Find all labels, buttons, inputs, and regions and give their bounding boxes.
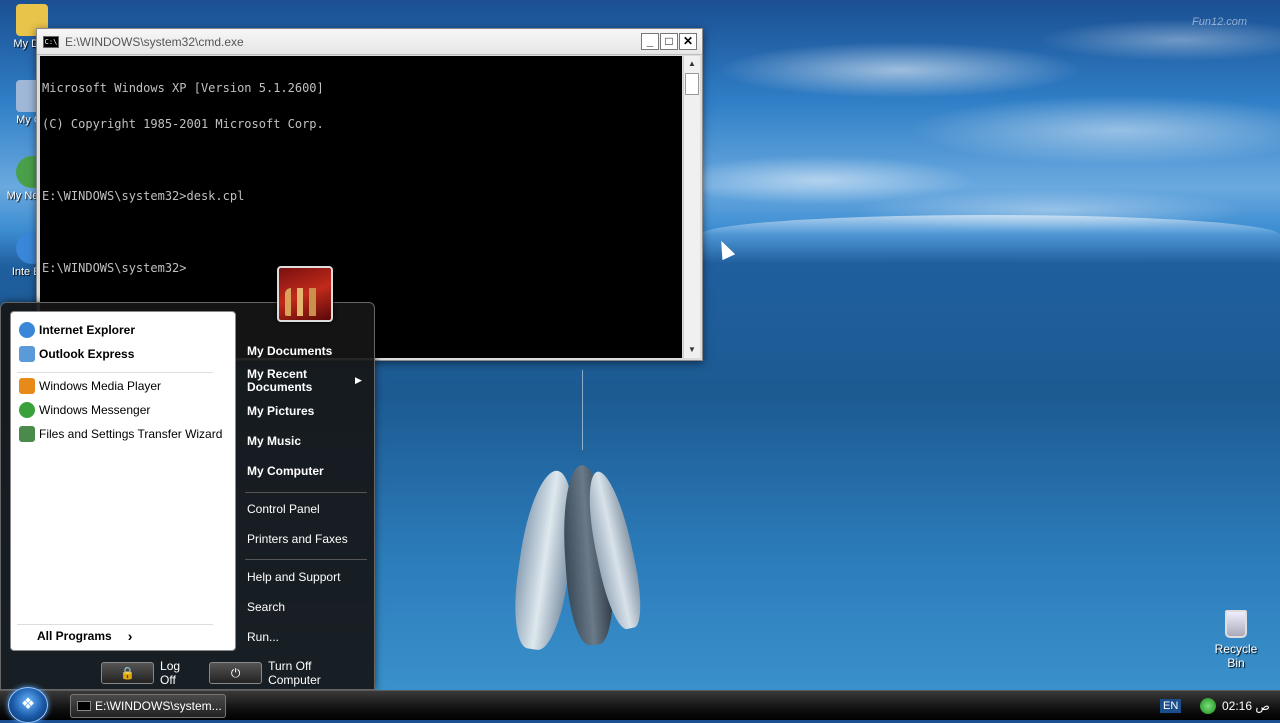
minimize-button[interactable]: _ [641, 33, 659, 50]
log-off-button[interactable]: 🔒 [101, 662, 155, 684]
chevron-right-icon: › [127, 628, 133, 644]
user-avatar[interactable] [277, 266, 333, 322]
cmd-scrollbar[interactable]: ▲ ▼ [683, 56, 700, 358]
recycle-bin-icon [1225, 610, 1247, 638]
divider [17, 372, 213, 373]
log-off-label[interactable]: Log Off [160, 659, 197, 687]
close-button[interactable]: ✕ [679, 33, 697, 50]
console-line: Microsoft Windows XP [Version 5.1.2600] [42, 81, 324, 95]
desktop-icon-recycle-bin[interactable]: Recycle Bin [1206, 610, 1266, 670]
start-item-my-computer[interactable]: My Computer [247, 464, 324, 478]
language-indicator[interactable]: EN [1160, 699, 1182, 713]
media-player-icon [19, 378, 35, 394]
start-item-my-recent-documents[interactable]: My Recent Documents [247, 368, 347, 394]
cmd-app-icon[interactable]: C:\ [43, 35, 59, 48]
maximize-button[interactable]: □ [660, 33, 678, 50]
console-line: E:\WINDOWS\system32>desk.cpl [42, 189, 245, 203]
transfer-wizard-icon [19, 426, 35, 442]
divider [245, 559, 367, 560]
console-line: (C) Copyright 1985-2001 Microsoft Corp. [42, 117, 324, 131]
start-item-control-panel[interactable]: Control Panel [247, 502, 320, 516]
chess-pieces-icon [285, 288, 325, 316]
fishing-line [582, 370, 583, 450]
start-item-printers-faxes[interactable]: Printers and Faxes [247, 532, 348, 546]
start-item-media-player[interactable]: Windows Media Player [19, 376, 161, 396]
start-menu-programs-pane: Internet Explorer Outlook Express Window… [10, 311, 236, 651]
messenger-icon [19, 402, 35, 418]
tray-shield-icon[interactable] [1200, 698, 1216, 714]
cmd-icon [77, 701, 91, 711]
ie-icon [19, 322, 35, 338]
taskbar: ❖ E:\WINDOWS\system... EN 02:16 ص [0, 687, 1280, 723]
console-line: E:\WINDOWS\system32> [42, 261, 187, 275]
turn-off-button[interactable]: ⏻ [209, 662, 263, 684]
start-item-my-music[interactable]: My Music [247, 434, 301, 448]
scroll-thumb[interactable] [685, 73, 699, 95]
start-button[interactable]: ❖ [8, 687, 48, 723]
cmd-title-text: E:\WINDOWS\system32\cmd.exe [65, 34, 244, 49]
divider [245, 492, 367, 493]
divider [17, 624, 213, 625]
wallpaper-watermark: Fun12.com [1192, 16, 1248, 28]
start-item-my-pictures[interactable]: My Pictures [247, 404, 314, 418]
start-menu-footer: 🔒 Log Off ⏻ Turn Off Computer [101, 659, 374, 687]
all-programs-button[interactable]: All Programs › [37, 628, 132, 644]
start-item-transfer-wizard[interactable]: Files and Settings Transfer Wizard [19, 424, 222, 444]
cmd-titlebar[interactable]: C:\ E:\WINDOWS\system32\cmd.exe _ □ ✕ [37, 29, 702, 55]
lock-icon: 🔒 [120, 666, 135, 680]
taskbar-item-cmd[interactable]: E:\WINDOWS\system... [70, 694, 226, 718]
start-item-run[interactable]: Run... [247, 630, 279, 644]
windows-logo-icon: ❖ [20, 696, 36, 713]
start-item-outlook-express[interactable]: Outlook Express [19, 344, 134, 364]
scroll-down-icon[interactable]: ▼ [684, 342, 700, 358]
scroll-up-icon[interactable]: ▲ [684, 56, 700, 72]
start-item-search[interactable]: Search [247, 600, 285, 614]
tray-clock[interactable]: 02:16 ص [1222, 699, 1270, 713]
wallpaper-waterline [700, 215, 1280, 265]
submenu-arrow-icon: ▶ [355, 375, 362, 385]
outlook-icon [19, 346, 35, 362]
turn-off-label[interactable]: Turn Off Computer [268, 659, 362, 687]
start-item-help-support[interactable]: Help and Support [247, 570, 340, 584]
start-menu: Internet Explorer Outlook Express Window… [0, 302, 375, 690]
start-item-internet-explorer[interactable]: Internet Explorer [19, 320, 135, 340]
power-icon: ⏻ [230, 665, 241, 680]
start-item-my-documents[interactable]: My Documents [247, 344, 332, 358]
start-item-messenger[interactable]: Windows Messenger [19, 400, 150, 420]
